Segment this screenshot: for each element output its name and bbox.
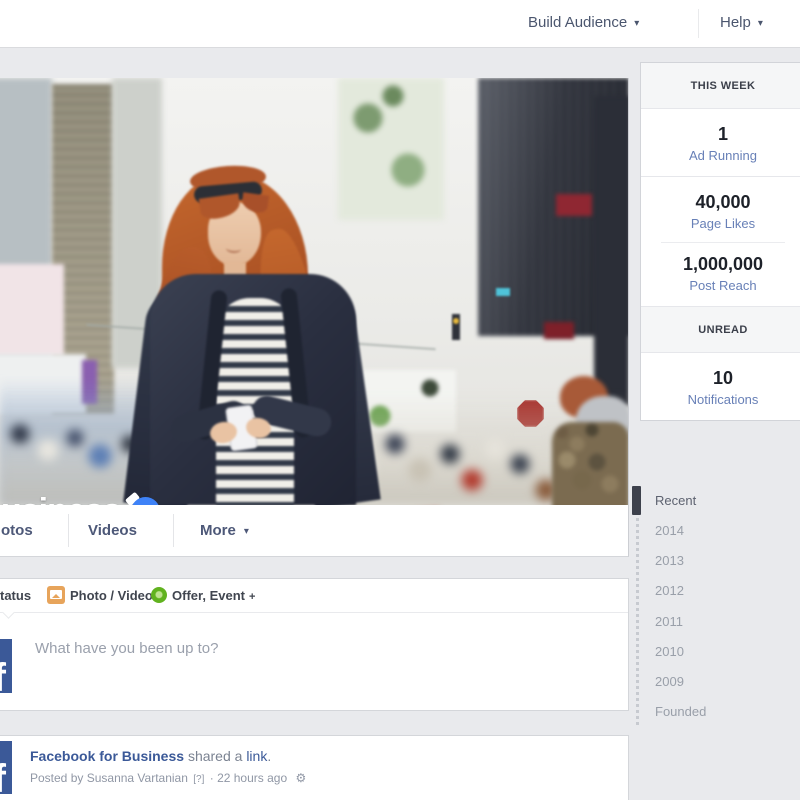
build-audience-menu[interactable]: Build Audience ▾ [528, 14, 639, 31]
ad-running-stat: 1 Ad Running [641, 109, 800, 177]
composer-tab-status[interactable]: tatus [0, 588, 31, 603]
page-avatar: f [0, 639, 12, 693]
ad-running-value: 1 [717, 124, 728, 144]
page-card: usiness ✓ Update Info Activity Log Liked… [0, 78, 629, 557]
facebook-f-glyph: f [0, 757, 6, 794]
post-action-text: shared a [187, 748, 243, 764]
help-badge-icon[interactable]: [?] [193, 774, 204, 785]
chevron-down-icon: ▾ [634, 18, 640, 29]
page-likes-stat: 40,000 Page Likes [641, 177, 800, 242]
composer-tab-offer-event[interactable]: Offer, Event + [172, 588, 255, 603]
topbar-divider [698, 9, 699, 38]
tab-divider [173, 514, 174, 547]
byline-author[interactable]: Susanna Vartanian [87, 771, 188, 785]
page-tab-bar: otos Videos More ▾ [0, 505, 628, 556]
timeline-dotted-line [636, 489, 639, 725]
post-byline: Posted by Susanna Vartanian [?] · 22 hou… [30, 771, 306, 785]
post-reach-link[interactable]: Post Reach [641, 278, 800, 293]
timeline-year-nav: Recent 2014 2013 2012 2011 2010 2009 Fou… [632, 483, 762, 733]
page-name: usiness [1, 492, 122, 505]
timeline-item-2010[interactable]: 2010 [655, 637, 684, 667]
this-week-panel: THIS WEEK 1 Ad Running 40,000 Page Likes… [640, 62, 800, 421]
check-glyph: ✓ [139, 503, 152, 505]
tab-more-label: More [200, 522, 236, 539]
composer-input-area[interactable]: f [0, 613, 628, 710]
byline-separator: · [209, 771, 214, 785]
page-likes-link[interactable]: Page Likes [641, 216, 800, 231]
timeline-item-recent[interactable]: Recent [655, 486, 696, 516]
status-input[interactable] [33, 635, 597, 661]
timeline-item-2013[interactable]: 2013 [655, 546, 684, 576]
offer-event-icon [151, 587, 167, 603]
build-audience-label: Build Audience [528, 14, 628, 31]
timeline-item-founded[interactable]: Founded [655, 697, 706, 727]
timeline-post: f Facebook for Business shared a link. P… [0, 735, 629, 800]
timeline-item-2014[interactable]: 2014 [655, 516, 684, 546]
timeline-item-2009[interactable]: 2009 [655, 667, 684, 697]
timeline-item-2011[interactable]: 2011 [655, 607, 683, 637]
gear-icon[interactable]: ⚙ [295, 771, 306, 785]
help-menu[interactable]: Help ▾ [720, 14, 763, 31]
composer-tab-photo-video[interactable]: Photo / Video [70, 588, 153, 603]
post-composer: tatus Photo / Video Offer, Event+ f [0, 578, 629, 711]
offer-event-label: Offer, Event [172, 588, 245, 603]
composer-tabs: tatus Photo / Video Offer, Event + [0, 579, 628, 619]
this-week-header: THIS WEEK [641, 63, 800, 109]
tab-videos[interactable]: Videos [88, 505, 137, 556]
photo-icon [47, 586, 65, 604]
timeline-current-marker [632, 486, 641, 515]
post-reach-stat: 1,000,000 Post Reach [641, 243, 800, 307]
help-label: Help [720, 14, 751, 31]
byline-prefix: Posted by [30, 771, 84, 785]
tab-photos[interactable]: otos [1, 505, 33, 556]
verified-badge-icon: ✓ [131, 497, 160, 505]
top-navigation-bar: Build Audience ▾ Help ▾ [0, 0, 800, 48]
notifications-stat: 10 Notifications [641, 353, 800, 420]
facebook-f-glyph: f [0, 656, 6, 693]
tab-divider [68, 514, 69, 547]
ad-running-link[interactable]: Ad Running [641, 148, 800, 163]
post-header: Facebook for Business shared a link. [30, 748, 271, 764]
facebook-page-admin-screen: Build Audience ▾ Help ▾ otos Videos More… [0, 0, 800, 800]
timeline-item-2012[interactable]: 2012 [655, 576, 684, 606]
notifications-link[interactable]: Notifications [641, 392, 800, 407]
notifications-value: 10 [712, 368, 734, 388]
post-reach-value: 1,000,000 [682, 254, 764, 274]
page-likes-value: 40,000 [695, 192, 751, 212]
post-avatar: f [0, 741, 12, 794]
unread-header: UNREAD [641, 307, 800, 353]
byline-timestamp[interactable]: 22 hours ago [217, 771, 287, 785]
chevron-down-icon: ▾ [243, 526, 249, 537]
plus-icon: + [248, 591, 256, 603]
tab-more[interactable]: More ▾ [200, 505, 249, 557]
post-link[interactable]: link [246, 748, 267, 764]
cover-photo[interactable]: usiness ✓ Update Info Activity Log Liked… [0, 78, 628, 505]
chevron-down-icon: ▾ [757, 18, 763, 29]
post-author-link[interactable]: Facebook for Business [30, 748, 184, 764]
period: . [267, 748, 272, 764]
